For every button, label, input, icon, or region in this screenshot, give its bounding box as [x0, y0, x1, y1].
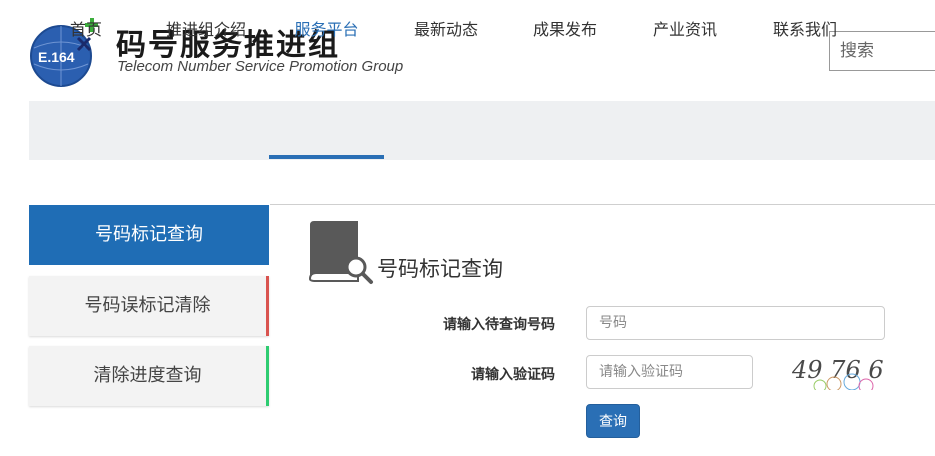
nav-industry[interactable]: 产业资讯 — [645, 0, 725, 59]
nav-active-underline — [269, 155, 384, 159]
number-input[interactable] — [586, 306, 885, 340]
query-button[interactable]: 查询 — [586, 404, 640, 438]
content-divider — [270, 204, 935, 205]
number-label: 请输入待查询号码 — [443, 317, 555, 333]
nav-results[interactable]: 成果发布 — [525, 0, 605, 59]
sidebar-item-clear-progress[interactable]: 清除进度查询 — [29, 346, 269, 406]
captcha-label: 请输入验证码 — [471, 367, 555, 383]
captcha-input[interactable] — [586, 355, 753, 389]
nav-service-platform[interactable]: 服务平台 — [270, 0, 383, 59]
nav-about[interactable]: 推进组介绍 — [160, 0, 252, 59]
sidebar-item-mismark-clear[interactable]: 号码误标记清除 — [29, 276, 269, 336]
sidebar-item-number-query[interactable]: 号码标记查询 — [29, 205, 269, 265]
panel-title: 号码标记查询 — [377, 257, 503, 281]
phone-book-search-icon — [308, 221, 373, 284]
nav-home[interactable]: 首页 — [60, 0, 112, 59]
nav-contact[interactable]: 联系我们 — [765, 0, 845, 59]
captcha-image[interactable]: 49 76 6 — [790, 350, 890, 390]
nav-news[interactable]: 最新动态 — [406, 0, 486, 59]
site-subtitle: Telecom Number Service Promotion Group — [117, 58, 404, 75]
main-nav — [29, 101, 935, 160]
